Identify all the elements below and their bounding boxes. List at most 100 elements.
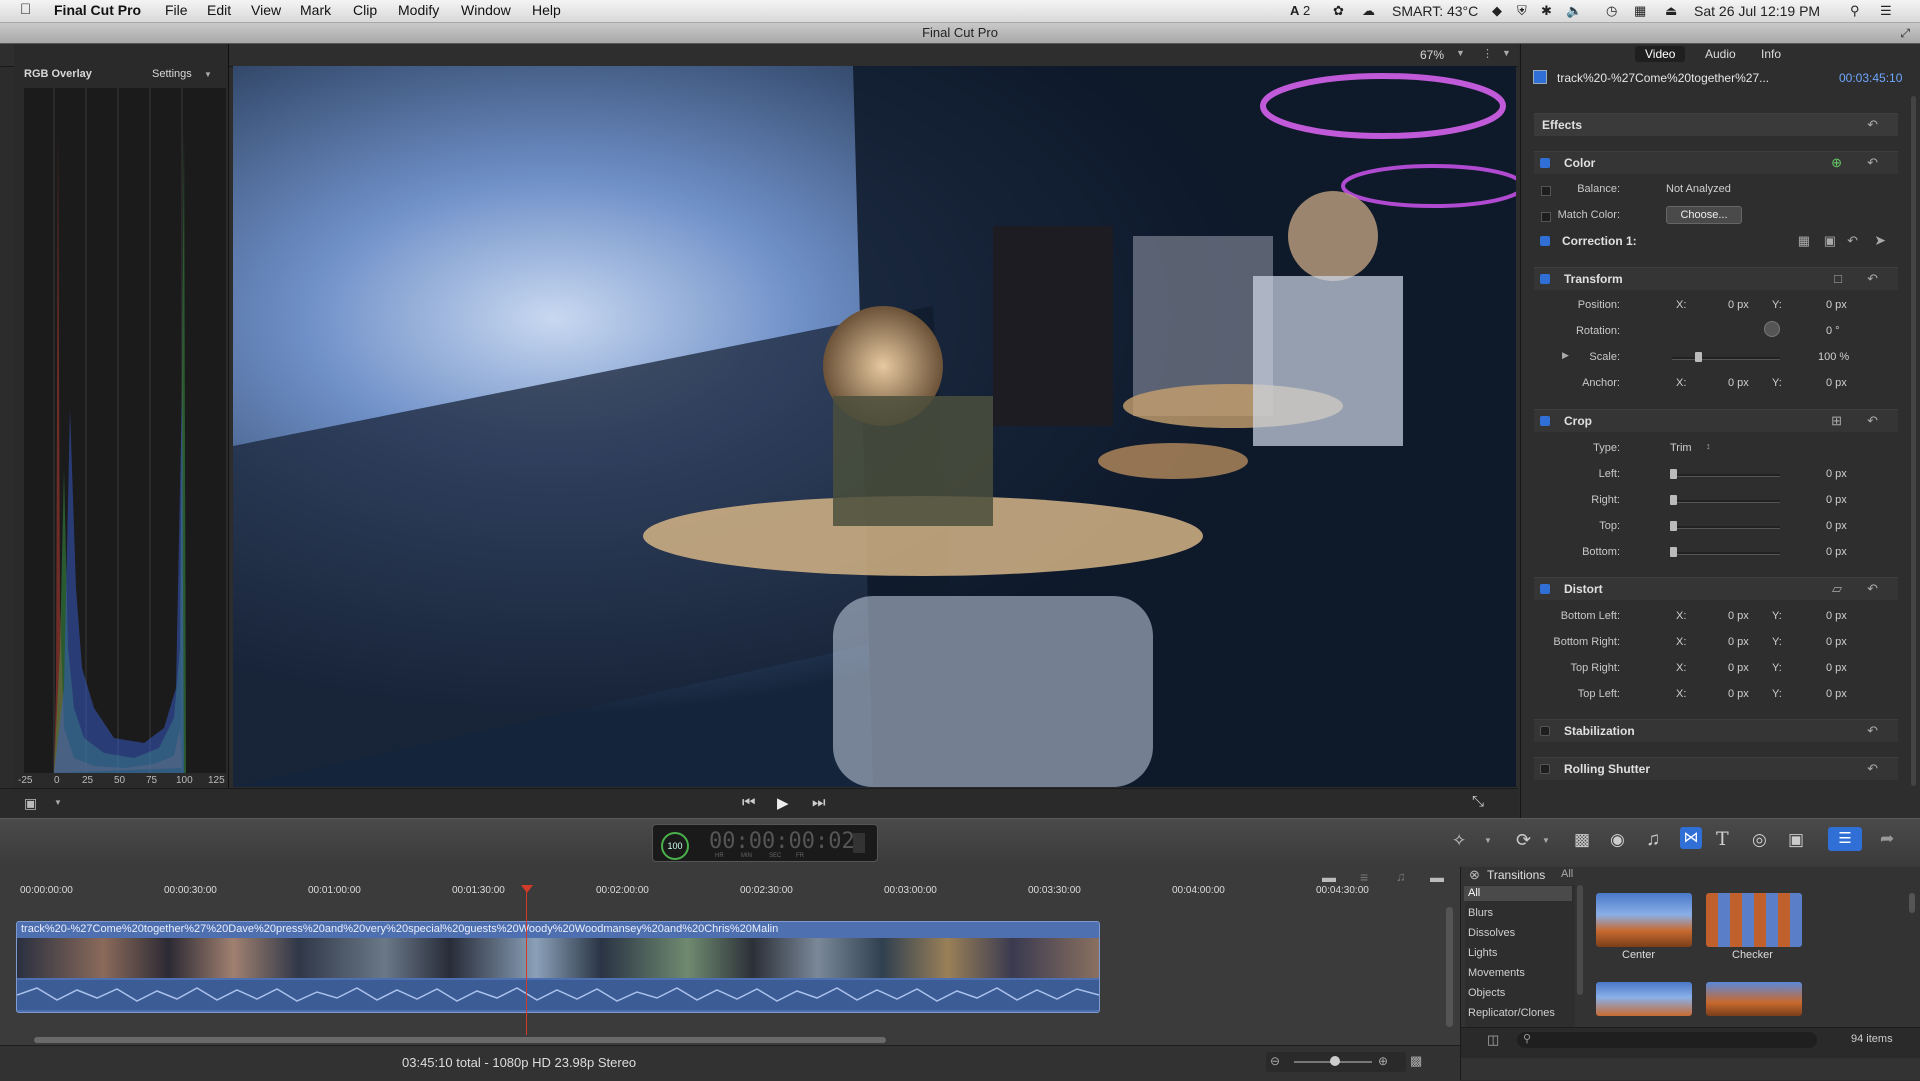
anchor-y-value[interactable]: 0 px [1826, 377, 1847, 389]
bottom-right-y-value[interactable]: 0 px [1826, 636, 1847, 648]
share-icon[interactable]: ➦ [1880, 829, 1894, 849]
crop-enable-checkbox[interactable] [1540, 416, 1550, 426]
inspector-scrollbar[interactable] [1911, 96, 1916, 786]
rolling-shutter-section-header[interactable]: Rolling Shutter ↶ [1534, 757, 1898, 780]
crop-section-header[interactable]: Crop ⊞ ↶ [1534, 409, 1898, 432]
crop-right-slider[interactable] [1672, 500, 1780, 503]
dropbox-icon[interactable]: ◆ [1492, 3, 1502, 19]
stabilization-reset-icon[interactable]: ↶ [1867, 723, 1878, 739]
crop-right-knob[interactable] [1670, 495, 1677, 505]
transition-thumbnail-center[interactable] [1596, 893, 1692, 947]
crop-onscreen-icon[interactable]: ⊞ [1831, 413, 1842, 429]
menu-window[interactable]: Window [461, 2, 511, 18]
crop-top-knob[interactable] [1670, 521, 1677, 531]
crop-type-select[interactable]: Trim [1670, 442, 1692, 454]
audio-skimming-icon[interactable]: ♫ [1396, 869, 1406, 884]
timeline-clip[interactable]: track%20-%27Come%20together%27%20Dave%20… [16, 921, 1100, 1013]
leaf-icon[interactable]: ✿ [1333, 3, 1344, 19]
solo-icon[interactable]: ▬ [1430, 869, 1444, 885]
themes-browser-icon[interactable]: ▣ [1788, 830, 1804, 850]
previous-edit-icon[interactable]: ⏮ [742, 794, 756, 811]
browser-scrollbar[interactable] [1909, 893, 1915, 913]
retime-dropdown-icon[interactable]: ▼ [1542, 836, 1550, 845]
input-source-icon[interactable]: A [1290, 3, 1299, 18]
bottom-left-y-value[interactable]: 0 px [1826, 610, 1847, 622]
eject-icon[interactable]: ⏏ [1665, 3, 1677, 19]
browser-search-field[interactable]: ⚲ [1517, 1032, 1817, 1048]
volume-icon[interactable]: 🔈 [1566, 3, 1582, 19]
crop-left-value[interactable]: 0 px [1826, 468, 1847, 480]
category-replicator-clones[interactable]: Replicator/Clones [1468, 1007, 1555, 1019]
timecode-display[interactable]: 00:00:00:02 [709, 829, 855, 854]
fullscreen-playback-icon[interactable]: ⤡ [1472, 793, 1484, 810]
cloud-icon[interactable]: ☁ [1362, 3, 1375, 19]
distort-onscreen-icon[interactable]: ▱ [1832, 581, 1842, 597]
transition-thumbnail-checker[interactable] [1706, 893, 1802, 947]
category-all[interactable]: All [1468, 887, 1480, 899]
crop-left-slider[interactable] [1672, 474, 1780, 477]
rolling-shutter-reset-icon[interactable]: ↶ [1867, 761, 1878, 777]
rotation-value[interactable]: 0 ° [1826, 325, 1840, 337]
transition-thumbnail[interactable] [1596, 982, 1692, 1016]
transform-enable-checkbox[interactable] [1540, 274, 1550, 284]
tab-audio[interactable]: Audio [1701, 46, 1740, 62]
crop-bottom-slider[interactable] [1672, 552, 1780, 555]
position-x-value[interactable]: 0 px [1728, 299, 1749, 311]
rotation-dial[interactable] [1764, 321, 1780, 337]
viewer-layout-icon[interactable]: ▣ [24, 795, 37, 812]
color-section-header[interactable]: Color ⊕ ↶ [1534, 151, 1898, 174]
crop-type-dropdown-icon[interactable]: ↕ [1706, 441, 1711, 451]
stabilization-checkbox[interactable] [1540, 726, 1550, 736]
crop-reset-icon[interactable]: ↶ [1867, 413, 1878, 429]
scale-slider[interactable] [1672, 357, 1780, 360]
bottom-right-x-value[interactable]: 0 px [1728, 636, 1749, 648]
scale-slider-knob[interactable] [1695, 352, 1702, 362]
color-enable-checkbox[interactable] [1540, 158, 1550, 168]
effects-header[interactable]: Effects ↶ [1534, 113, 1898, 136]
effects-reset-icon[interactable]: ↶ [1867, 117, 1878, 133]
sidebar-toggle-icon[interactable]: ◫ [1487, 1032, 1499, 1048]
zoom-dropdown-icon[interactable]: ▼ [1456, 48, 1465, 58]
menu-mark[interactable]: Mark [300, 2, 331, 18]
transform-reset-icon[interactable]: ↶ [1867, 271, 1878, 287]
enhance-dropdown-icon[interactable]: ▼ [1484, 836, 1492, 845]
view-options-dropdown-icon[interactable]: ▼ [1502, 48, 1511, 58]
clip-appearance-icon[interactable]: ▬ [1322, 869, 1336, 885]
music-browser-icon[interactable]: ♫ [1646, 829, 1660, 851]
rolling-shutter-checkbox[interactable] [1540, 764, 1550, 774]
transition-thumbnail[interactable] [1706, 982, 1802, 1016]
generators-browser-icon[interactable]: ◎ [1752, 830, 1767, 850]
zoom-level[interactable]: 67% [1420, 48, 1444, 62]
tab-info[interactable]: Info [1757, 46, 1785, 62]
spotlight-icon[interactable]: ⚲ [1850, 3, 1860, 19]
app-menu[interactable]: Final Cut Pro [54, 2, 141, 18]
menu-modify[interactable]: Modify [398, 2, 439, 18]
match-color-choose-button[interactable]: Choose... [1666, 206, 1742, 224]
anchor-x-value[interactable]: 0 px [1728, 377, 1749, 389]
clock[interactable]: Sat 26 Jul 12:19 PM [1694, 3, 1820, 19]
top-right-y-value[interactable]: 0 px [1826, 662, 1847, 674]
inspector-toggle-icon[interactable]: ☰ [1828, 827, 1862, 851]
category-blurs[interactable]: Blurs [1468, 907, 1493, 919]
time-machine-icon[interactable]: ◷ [1606, 3, 1617, 19]
viewer-video-frame[interactable] [233, 66, 1516, 787]
correction-mask-icon[interactable]: ▣ [1824, 233, 1836, 249]
retime-icon[interactable]: ⟳ [1516, 830, 1531, 851]
menu-clip[interactable]: Clip [353, 2, 377, 18]
fullscreen-icon[interactable]: ⤢ [1900, 23, 1910, 43]
color-board-icon[interactable]: ▦ [1798, 233, 1810, 249]
scale-value[interactable]: 100 % [1818, 351, 1849, 363]
clip-browser-icon[interactable]: ▩ [1574, 830, 1590, 850]
menu-edit[interactable]: Edit [207, 2, 231, 18]
playhead-handle[interactable] [521, 885, 533, 893]
position-y-value[interactable]: 0 px [1826, 299, 1847, 311]
top-right-x-value[interactable]: 0 px [1728, 662, 1749, 674]
playhead[interactable] [526, 885, 527, 1035]
zoom-out-icon[interactable]: ⊖ [1270, 1054, 1280, 1068]
shield-icon[interactable]: ⛨ [1517, 3, 1527, 19]
category-dissolves[interactable]: Dissolves [1468, 927, 1515, 939]
scope-settings-dropdown-icon[interactable]: ▼ [204, 70, 212, 79]
browser-filter[interactable]: All [1561, 868, 1573, 880]
color-reset-icon[interactable]: ↶ [1867, 155, 1878, 171]
top-left-x-value[interactable]: 0 px [1728, 688, 1749, 700]
